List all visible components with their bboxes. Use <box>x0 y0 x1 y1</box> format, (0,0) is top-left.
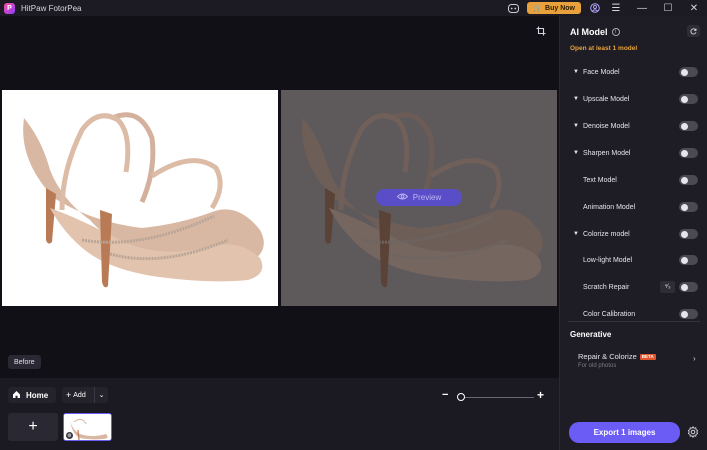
add-button[interactable]: + Add ⌄ <box>62 387 108 403</box>
buy-now-button[interactable]: 🛒 Buy Now <box>527 2 581 14</box>
panel-title-text: AI Model <box>570 27 608 37</box>
home-icon <box>12 390 21 401</box>
crop-icon[interactable] <box>536 26 546 39</box>
zoom-out-button[interactable]: − <box>442 389 448 401</box>
thumbnail-settings-icon[interactable]: ⚙ <box>66 432 73 439</box>
model-toggle[interactable] <box>679 202 698 212</box>
model-toggle[interactable] <box>679 255 698 265</box>
chevron-down-icon[interactable]: ⌄ <box>95 391 108 399</box>
model-label: Color Calibration <box>583 310 636 318</box>
ai-model-panel: AI Model i Open at least 1 model ▼ Face M… <box>559 16 707 450</box>
model-label: Scratch Repair <box>583 283 630 291</box>
model-label: Low-light Model <box>583 256 633 264</box>
model-label: Colorize model <box>583 230 630 238</box>
export-button[interactable]: Export 1 images <box>569 422 680 443</box>
zoom-in-button[interactable]: + <box>537 388 544 402</box>
add-label: Add <box>73 391 86 399</box>
aspect-ratio-icon[interactable]: ⁴⁄₃ <box>660 281 675 293</box>
model-label: Upscale Model <box>583 95 630 103</box>
before-label: Before <box>8 355 41 369</box>
model-toggle[interactable] <box>679 94 698 104</box>
reset-button[interactable] <box>687 25 700 37</box>
add-main[interactable]: + Add <box>62 387 95 403</box>
caret-down-icon[interactable]: ▼ <box>573 150 579 156</box>
repair-colorize-label: Repair & Colorize <box>578 352 637 361</box>
menu-icon[interactable]: ☰ <box>603 0 629 16</box>
app-logo: P <box>4 2 15 14</box>
model-toggle[interactable] <box>679 148 698 158</box>
home-button[interactable]: Home <box>8 387 56 403</box>
repair-colorize-label-row: Repair & Colorize BETA <box>578 352 656 361</box>
model-row[interactable]: Low-light Model <box>560 252 707 268</box>
caret-down-icon[interactable]: ▼ <box>573 231 579 237</box>
beta-badge: BETA <box>639 353 656 360</box>
panel-title: AI Model i <box>570 27 620 37</box>
model-label: Animation Model <box>583 203 636 211</box>
image-thumbnail[interactable]: ⚙ <box>63 413 112 441</box>
caret-down-icon[interactable]: ▼ <box>573 96 579 102</box>
model-row[interactable]: Color Calibration <box>560 306 707 322</box>
bottom-bar: Home + Add ⌄ + ⚙ − + <box>0 378 559 450</box>
account-icon[interactable] <box>587 0 603 16</box>
eye-icon <box>396 193 408 202</box>
repair-colorize-item[interactable]: Repair & Colorize BETA For old photos › <box>569 345 699 375</box>
model-hint: Open at least 1 model <box>570 45 638 52</box>
model-row[interactable]: ▼ Denoise Model <box>560 118 707 134</box>
titlebar-controls: 🛒 Buy Now ☰ — ☐ ✕ <box>505 0 707 16</box>
discord-icon[interactable] <box>505 0 521 16</box>
model-row[interactable]: ▼ Colorize model <box>560 226 707 242</box>
model-row[interactable]: ▼ Sharpen Model <box>560 145 707 161</box>
before-image <box>2 90 278 306</box>
buy-now-label: Buy Now <box>545 4 575 12</box>
caret-down-icon[interactable]: ▼ <box>573 123 579 129</box>
plus-icon: + <box>66 390 72 400</box>
model-toggle[interactable] <box>679 309 698 319</box>
zoom-slider[interactable] <box>462 397 534 398</box>
model-label: Text Model <box>583 176 617 184</box>
model-label: Sharpen Model <box>583 149 631 157</box>
preview-button[interactable]: Preview <box>376 189 462 206</box>
model-row[interactable]: Text Model <box>560 172 707 188</box>
preview-label: Preview <box>412 193 442 202</box>
info-icon[interactable]: i <box>611 28 620 36</box>
model-row[interactable]: Scratch Repair ⁴⁄₃ <box>560 279 707 295</box>
model-label: Face Model <box>583 68 620 76</box>
generative-title: Generative <box>570 330 612 339</box>
chevron-right-icon: › <box>693 354 696 363</box>
cart-icon: 🛒 <box>533 5 543 12</box>
model-toggle[interactable] <box>679 282 698 292</box>
model-toggle[interactable] <box>679 67 698 77</box>
caret-down-icon[interactable]: ▼ <box>573 69 579 75</box>
model-row[interactable]: ▼ Face Model <box>560 64 707 80</box>
model-toggle[interactable] <box>679 121 698 131</box>
zoom-slider-handle[interactable] <box>457 393 465 401</box>
title-bar: P HitPaw FotorPea 🛒 Buy Now ☰ — ☐ ✕ <box>0 0 707 16</box>
model-row[interactable]: Animation Model <box>560 199 707 215</box>
close-icon[interactable]: ✕ <box>681 0 707 16</box>
home-label: Home <box>26 390 49 400</box>
image-canvas[interactable]: Preview Before <box>0 16 559 378</box>
model-toggle[interactable] <box>679 175 698 185</box>
model-label: Denoise Model <box>583 122 630 130</box>
gear-icon[interactable] <box>687 426 699 441</box>
divider <box>568 321 700 322</box>
app-title: HitPaw FotorPea <box>21 3 82 13</box>
repair-colorize-subtitle: For old photos <box>578 363 617 369</box>
model-row[interactable]: ▼ Upscale Model <box>560 91 707 107</box>
add-image-tile[interactable]: + <box>8 413 58 441</box>
maximize-icon[interactable]: ☐ <box>655 0 681 16</box>
minimize-icon[interactable]: — <box>629 0 655 16</box>
model-toggle[interactable] <box>679 229 698 239</box>
